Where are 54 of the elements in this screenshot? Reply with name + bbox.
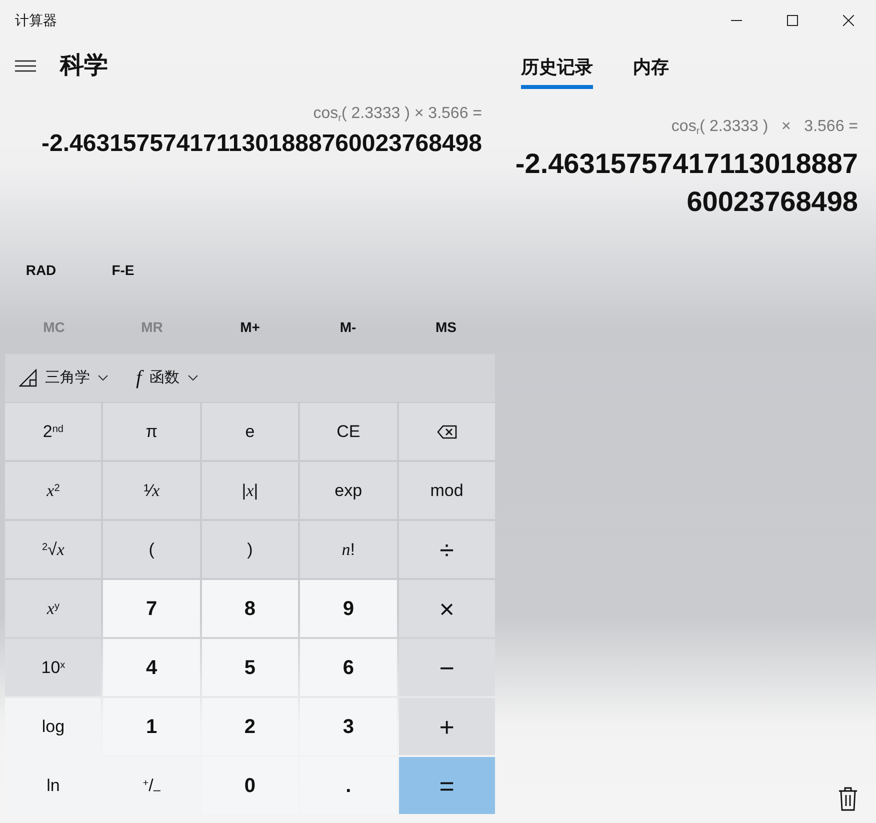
panel-tab[interactable]: 历史记录 [521,40,593,89]
triangle-icon [19,369,37,387]
function-key[interactable]: 2$^{nd}$ [5,403,102,460]
digit-key[interactable]: 7 [103,580,200,637]
history-expression: cos$_{r}$( 2.3333 ) × 3.566 = [671,117,858,138]
function-key[interactable]: mod [398,462,495,519]
operator-key[interactable]: × [398,580,495,637]
menu-icon[interactable] [15,59,36,73]
digit-key[interactable]: 8 [202,580,298,637]
function-key[interactable]: n! [300,521,397,578]
result-display: -2.4631575741711301888760023768498 [42,129,482,159]
function-key[interactable]: 10$^{x}$ [5,639,102,696]
digit-key[interactable]: 4 [103,639,200,696]
operator-key[interactable]: ÷ [398,521,495,578]
digit-key[interactable]: 1 [103,698,200,755]
memory-button[interactable]: M+ [201,300,299,354]
digit-key[interactable]: 9 [300,580,397,637]
function-key[interactable]: $^{2}$√x [5,521,102,578]
delete-history-icon[interactable] [838,787,858,811]
function-key[interactable]: exp [300,462,397,519]
function-icon: f [136,363,142,393]
panel-tab[interactable]: 内存 [633,40,669,89]
memory-button[interactable]: M- [299,300,397,354]
digit-key[interactable]: . [300,757,397,814]
function-key[interactable]: |x| [202,462,298,519]
memory-button[interactable]: MS [397,300,495,354]
backspace-key[interactable] [398,403,495,460]
dropdown-menu[interactable]: f 函数 [136,363,198,393]
mode-toggle-button[interactable]: RAD [0,250,82,290]
equals-key[interactable]: = [398,757,495,814]
expression-text: cos$_{r}$( 2.3333 ) × 3.566 = [313,104,482,126]
digit-key[interactable]: 2 [202,698,298,755]
function-key[interactable]: x$^{2}$ [5,462,102,519]
mode-toggle-button[interactable]: F-E [82,250,164,290]
function-key[interactable]: ¹⁄x [103,462,200,519]
backspace-icon [436,424,457,438]
function-key[interactable]: ) [202,521,298,578]
function-key[interactable]: e [202,403,298,460]
function-key[interactable]: π [103,403,200,460]
function-key[interactable]: x$^{y}$ [5,580,102,637]
digit-key[interactable]: 5 [202,639,298,696]
function-key[interactable]: ( [103,521,200,578]
window-title: 计算器 [15,10,57,30]
chevron-down-icon [188,375,198,381]
digit-key[interactable]: 0 [202,757,298,814]
digit-key[interactable]: 3 [300,698,397,755]
function-key[interactable]: CE [300,403,397,460]
history-result: -2.4631575741711301888760023768498 [514,147,858,219]
dropdown-menu[interactable]: 三角学 [19,366,108,390]
operator-key[interactable]: − [398,639,495,696]
operator-key[interactable]: + [398,698,495,755]
digit-key[interactable]: 6 [300,639,397,696]
chevron-down-icon [98,375,108,381]
mode-title: 科学 [60,51,108,81]
